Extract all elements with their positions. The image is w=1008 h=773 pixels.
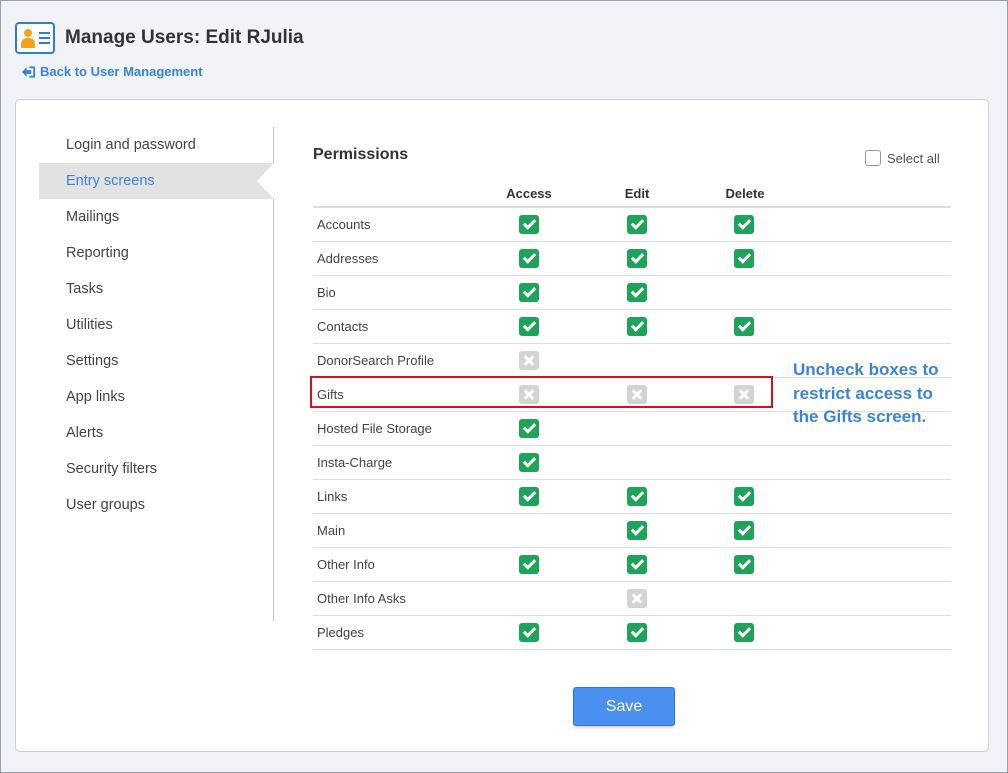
delete-checkbox-checked-icon[interactable] (734, 623, 754, 642)
table-row: Contacts (313, 310, 951, 344)
sidebar-item-app-links[interactable]: App links (39, 379, 273, 415)
delete-checkbox-unchecked-icon[interactable] (734, 385, 754, 404)
edit-checkbox-unchecked-icon[interactable] (627, 589, 647, 608)
table-row: Pledges (313, 616, 951, 650)
row-label: Contacts (317, 319, 369, 334)
table-header: Access Edit Delete (313, 184, 951, 208)
access-checkbox-checked-icon[interactable] (519, 215, 539, 234)
access-checkbox-unchecked-icon[interactable] (519, 351, 539, 370)
page-header: Manage Users: Edit RJulia (15, 21, 304, 55)
select-all-label: Select all (887, 150, 940, 166)
save-button[interactable]: Save (573, 687, 675, 726)
sidebar-item-reporting[interactable]: Reporting (39, 235, 273, 271)
sidebar-item-security-filters[interactable]: Security filters (39, 451, 273, 487)
sidebar-item-user-groups[interactable]: User groups (39, 487, 273, 523)
checkbox-icon[interactable] (865, 150, 881, 166)
row-label: Main (317, 523, 346, 538)
user-card-icon (15, 22, 55, 54)
access-checkbox-checked-icon[interactable] (519, 419, 539, 438)
permissions-title: Permissions (313, 146, 409, 163)
sidebar-item-login-and-password[interactable]: Login and password (39, 127, 273, 163)
edit-checkbox-checked-icon[interactable] (627, 487, 647, 506)
access-checkbox-checked-icon[interactable] (519, 487, 539, 506)
row-label: Pledges (317, 625, 364, 640)
delete-checkbox-checked-icon[interactable] (734, 555, 754, 574)
settings-panel: Login and password Entry screens Mailings R… (15, 99, 989, 752)
table-row: Insta-Charge (313, 446, 951, 480)
access-checkbox-checked-icon[interactable] (519, 623, 539, 642)
sidebar-item-mailings[interactable]: Mailings (39, 199, 273, 235)
edit-checkbox-unchecked-icon[interactable] (627, 385, 647, 404)
back-to-user-management-link[interactable]: Back to User Management (21, 64, 203, 79)
access-checkbox-checked-icon[interactable] (519, 283, 539, 302)
access-checkbox-checked-icon[interactable] (519, 317, 539, 336)
edit-checkbox-checked-icon[interactable] (627, 521, 647, 540)
access-checkbox-unchecked-icon[interactable] (519, 385, 539, 404)
user-name: RJulia (246, 27, 304, 48)
delete-checkbox-checked-icon[interactable] (734, 249, 754, 268)
row-label: Accounts (317, 217, 371, 232)
access-checkbox-checked-icon[interactable] (519, 555, 539, 574)
delete-checkbox-checked-icon[interactable] (734, 215, 754, 234)
sidebar-item-alerts[interactable]: Alerts (39, 415, 273, 451)
edit-checkbox-checked-icon[interactable] (627, 623, 647, 642)
table-row: Links (313, 480, 951, 514)
sidebar-item-entry-screens[interactable]: Entry screens (39, 163, 274, 199)
row-label: Addresses (317, 251, 379, 266)
delete-checkbox-checked-icon[interactable] (734, 521, 754, 540)
sidebar-item-utilities[interactable]: Utilities (39, 307, 273, 343)
select-all-checkbox[interactable]: Select all (865, 150, 940, 166)
sidebar-item-settings[interactable]: Settings (39, 343, 273, 379)
row-label: Other Info Asks (317, 591, 406, 606)
table-row: Accounts (313, 208, 951, 242)
column-header-edit: Edit (624, 186, 650, 201)
table-row: Other Info (313, 548, 951, 582)
row-label: Links (317, 489, 348, 504)
table-row: Other Info Asks (313, 582, 951, 616)
access-checkbox-checked-icon[interactable] (519, 453, 539, 472)
column-header-access: Access (506, 186, 552, 201)
edit-checkbox-checked-icon[interactable] (627, 215, 647, 234)
back-link-label[interactable]: Back to User Management (40, 64, 203, 79)
column-header-delete: Delete (725, 186, 765, 201)
edit-checkbox-checked-icon[interactable] (627, 555, 647, 574)
sidebar-item-tasks[interactable]: Tasks (39, 271, 273, 307)
edit-checkbox-checked-icon[interactable] (627, 249, 647, 268)
delete-checkbox-checked-icon[interactable] (734, 317, 754, 336)
table-row: Bio (313, 276, 951, 310)
access-checkbox-checked-icon[interactable] (519, 249, 539, 268)
table-body: Accounts Addresses Bio Contacts DonorSearch … (313, 208, 951, 650)
sidebar-nav: Login and password Entry screens Mailings R… (39, 127, 274, 621)
row-label: Gifts (317, 387, 344, 402)
table-row: Main (313, 514, 951, 548)
page-title: Manage Users: Edit RJulia (65, 27, 304, 48)
row-label: Hosted File Storage (317, 421, 432, 436)
row-label: Insta-Charge (317, 455, 393, 470)
edit-checkbox-checked-icon[interactable] (627, 283, 647, 302)
row-label: DonorSearch Profile (317, 353, 435, 368)
table-row: Addresses (313, 242, 951, 276)
delete-checkbox-checked-icon[interactable] (734, 487, 754, 506)
row-label: Bio (317, 285, 336, 300)
sign-in-back-icon (21, 65, 36, 78)
callout-annotation: Uncheck boxes to restrict access to the … (793, 360, 939, 426)
edit-checkbox-checked-icon[interactable] (627, 317, 647, 336)
row-label: Other Info (317, 557, 375, 572)
